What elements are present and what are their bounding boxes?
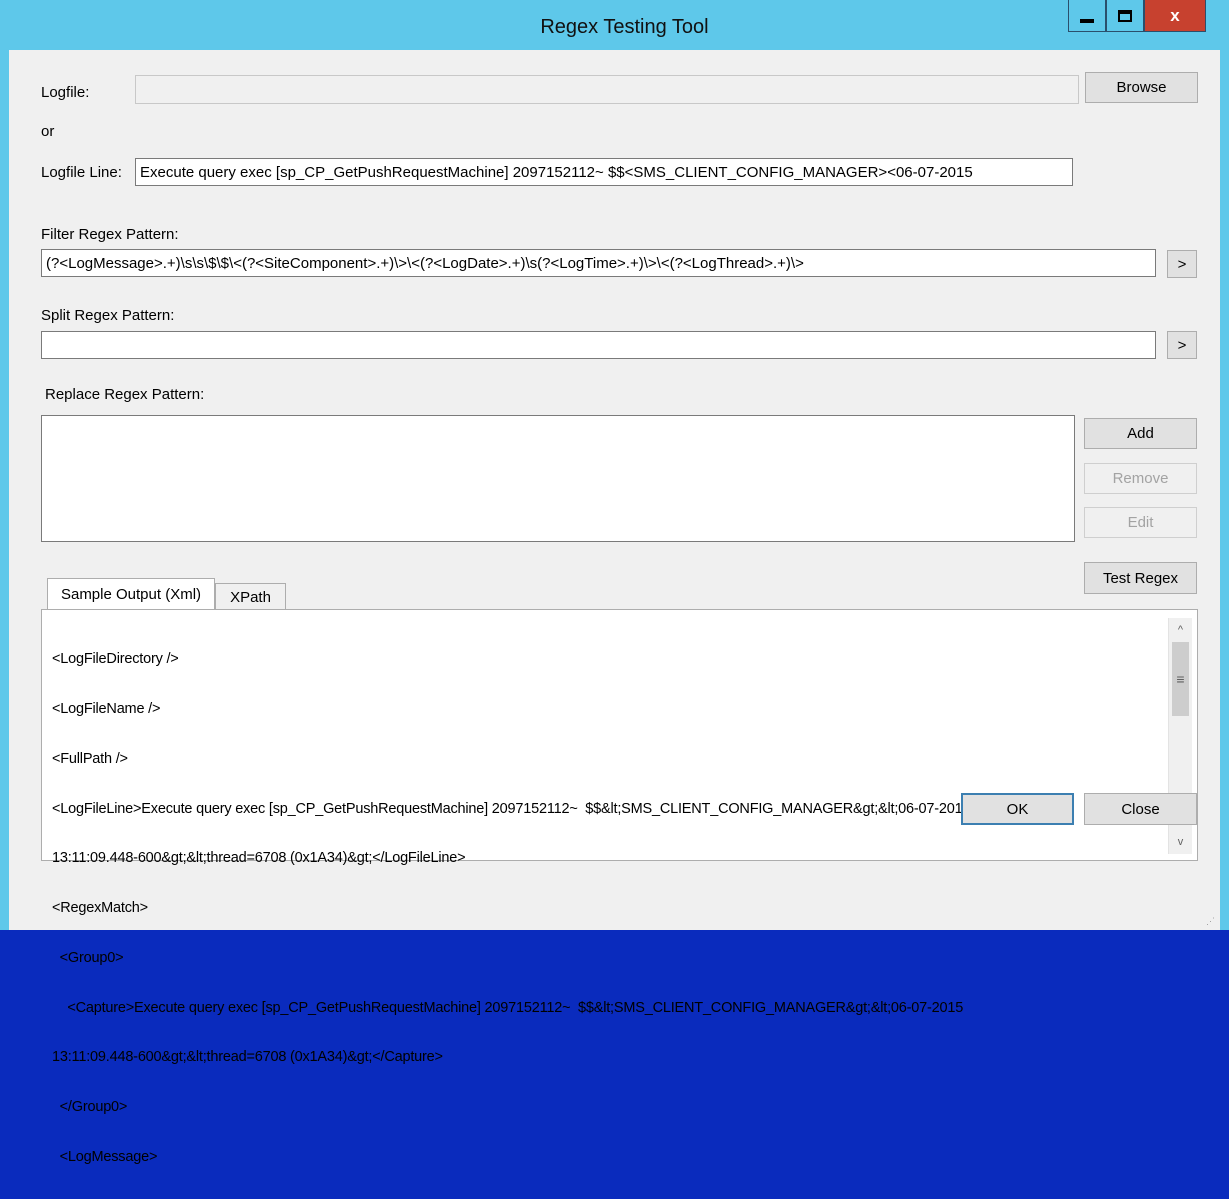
close-window-button[interactable]: x	[1144, 0, 1206, 32]
output-line: <Capture>Execute query exec [sp_CP_GetPu…	[52, 999, 964, 1016]
test-regex-button[interactable]: Test Regex	[1084, 562, 1197, 594]
edit-button[interactable]: Edit	[1084, 507, 1197, 538]
filter-apply-button[interactable]: >	[1167, 250, 1197, 278]
close-button[interactable]: Close	[1084, 793, 1197, 825]
chevron-up-icon: ^	[1177, 624, 1184, 636]
resize-grip-icon[interactable]: ⋰	[1206, 916, 1218, 928]
logfile-line-label: Logfile Line:	[41, 164, 122, 181]
output-line: <LogMessage>	[52, 1149, 158, 1165]
chevron-down-icon: v	[1177, 836, 1184, 848]
split-regex-input[interactable]	[41, 331, 1156, 359]
logfile-line-input[interactable]: Execute query exec [sp_CP_GetPushRequest…	[135, 158, 1073, 186]
output-line: <Group0>	[52, 949, 124, 966]
app-window: Regex Testing Tool x Logfile: Browse or …	[0, 0, 1229, 1165]
output-line: <FullPath />	[52, 750, 128, 767]
replace-regex-label: Replace Regex Pattern:	[45, 386, 205, 403]
maximize-icon	[1118, 9, 1132, 22]
replace-regex-list[interactable]	[41, 415, 1075, 542]
maximize-button[interactable]	[1106, 0, 1144, 32]
grip-icon: ≡	[1176, 671, 1185, 687]
split-apply-button[interactable]: >	[1167, 331, 1197, 359]
scroll-down-button[interactable]: v	[1169, 832, 1192, 852]
split-regex-label: Split Regex Pattern:	[41, 307, 175, 324]
logfile-input[interactable]	[135, 75, 1079, 104]
remove-button[interactable]: Remove	[1084, 463, 1197, 494]
close-icon: x	[1170, 5, 1180, 25]
filter-regex-input[interactable]: (?<LogMessage>.+)\s\s\$\$\<(?<SiteCompon…	[41, 249, 1156, 277]
tab-xpath[interactable]: XPath	[215, 583, 286, 610]
output-line: </Group0>	[52, 1099, 128, 1116]
output-line: <RegexMatch>	[52, 900, 148, 917]
output-line: 13:11:09.448-600&gt;&lt;thread=6708 (0x1…	[52, 1049, 443, 1066]
output-line: 13:11:09.448-600&gt;&lt;thread=6708 (0x1…	[52, 850, 466, 867]
title-bar[interactable]: Regex Testing Tool x	[0, 0, 1229, 50]
minimize-button[interactable]	[1068, 0, 1106, 32]
scroll-thumb[interactable]: ≡	[1172, 642, 1189, 716]
sample-output-text[interactable]: <LogFileDirectory /> <LogFileName /> <Fu…	[52, 618, 1162, 1199]
ok-button[interactable]: OK	[961, 793, 1074, 825]
dialog-body: Logfile: Browse or Logfile Line: Execute…	[9, 50, 1220, 1165]
filter-regex-label: Filter Regex Pattern:	[41, 226, 179, 243]
logfile-label: Logfile:	[41, 84, 90, 101]
minimize-icon	[1080, 18, 1094, 23]
or-label: or	[41, 123, 55, 140]
window-title: Regex Testing Tool	[540, 16, 709, 38]
scroll-up-button[interactable]: ^	[1169, 620, 1192, 640]
tab-sample-output[interactable]: Sample Output (Xml)	[47, 578, 215, 610]
output-line: <LogFileName />	[52, 700, 161, 717]
output-line: <LogFileDirectory />	[52, 651, 179, 668]
add-button[interactable]: Add	[1084, 418, 1197, 449]
browse-button[interactable]: Browse	[1085, 72, 1198, 103]
